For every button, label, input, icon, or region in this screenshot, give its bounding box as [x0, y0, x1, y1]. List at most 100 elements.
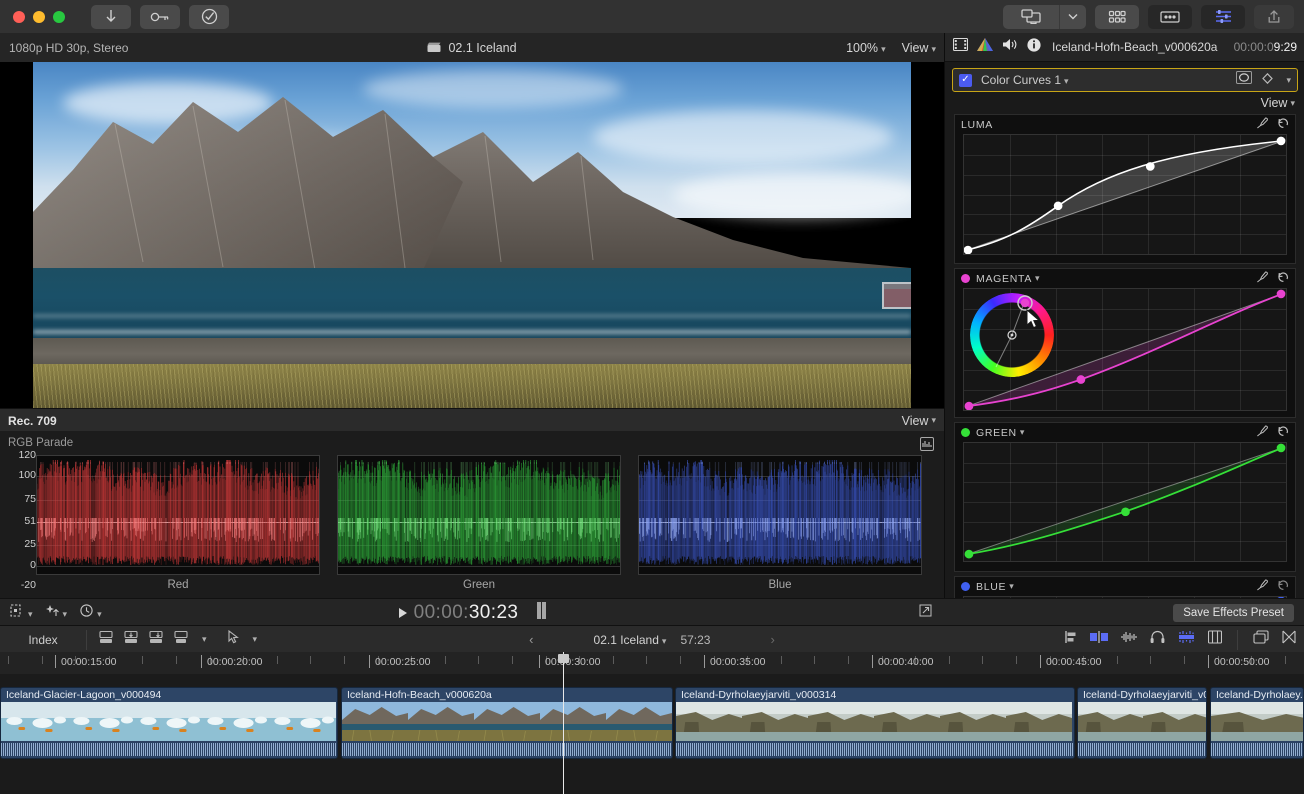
reset-icon-magenta[interactable] [1277, 270, 1289, 288]
timeline-history-icon[interactable] [1282, 630, 1296, 649]
snapping-icon[interactable] [1061, 630, 1077, 649]
viewer-zoom-menu[interactable]: 100%▾ [846, 41, 886, 55]
share-button[interactable] [1254, 5, 1294, 29]
timeline-clip[interactable]: Iceland-Hofn-Beach_v000620a [341, 687, 673, 759]
keyframe-diamond-icon[interactable] [1262, 71, 1273, 89]
viewer-view-menu[interactable]: View▾ [902, 41, 936, 55]
color-inspector-icon[interactable] [977, 38, 993, 57]
effect-enabled-checkbox[interactable]: ✓ [959, 74, 972, 87]
eyedropper-icon-magenta[interactable] [1256, 270, 1268, 288]
key-icon [150, 11, 170, 23]
clip-thumbnail [1143, 702, 1206, 742]
viewer-header: 1080p HD 30p, Stereo 02.1 Iceland 100%▾ … [0, 33, 944, 63]
timeline-project-name[interactable]: 02.1 Iceland▾ [594, 633, 667, 647]
clip-thumbnail [676, 702, 742, 742]
solo-icon[interactable] [1150, 630, 1165, 649]
playhead-knob[interactable] [558, 654, 569, 663]
playhead[interactable] [563, 652, 564, 794]
reset-icon-green[interactable] [1277, 424, 1289, 442]
play-triangle-icon [398, 607, 408, 619]
clip-thumbnail [474, 702, 540, 742]
minimize-window-button[interactable] [33, 11, 45, 23]
analyze-button[interactable] [189, 5, 229, 29]
video-inspector-icon[interactable] [953, 38, 968, 56]
fullscreen-button[interactable] [919, 604, 932, 622]
zoom-window-button[interactable] [53, 11, 65, 23]
curve-grid-luma[interactable] [963, 134, 1287, 255]
clip-name-label: Iceland-Dyrholaeyjarviti_v000314 [681, 689, 836, 701]
previous-project-button[interactable]: ‹ [529, 632, 533, 647]
audio-meter-bars[interactable] [536, 602, 546, 624]
inspector-timecode: 00:00:09:29 [1234, 40, 1297, 54]
curve-section-luma: LUMA [954, 114, 1296, 264]
scopes-header: Rec. 709 View▾ [0, 408, 944, 433]
keyword-editor-button[interactable] [140, 5, 180, 29]
clip-thumbnail [269, 702, 336, 742]
timeline-index-icon[interactable] [1208, 630, 1222, 649]
luma-control-points[interactable] [964, 135, 1286, 254]
audio-inspector-icon[interactable] [1002, 38, 1018, 56]
clip-thumbnail [874, 702, 940, 742]
timeline-clip[interactable]: Iceland-Dyrholaey... [1210, 687, 1304, 759]
timeline-clip[interactable]: Iceland-Glacier-Lagoon_v000494 [0, 687, 338, 759]
timeline-duration: 57:23 [680, 633, 710, 647]
audio-skimming-icon[interactable] [1121, 630, 1137, 649]
scope-settings-icon[interactable] [920, 437, 934, 456]
audio-meters-icon[interactable] [1178, 630, 1195, 649]
clip-thumbnail [202, 702, 269, 742]
info-inspector-icon[interactable] [1027, 38, 1041, 57]
clip-thumbnail [408, 702, 474, 742]
clip-thumbnail [606, 702, 672, 742]
save-effects-preset-button[interactable]: Save Effects Preset [1173, 604, 1294, 622]
inspector-view-menu[interactable]: View▾ [945, 92, 1304, 114]
timeline-ruler[interactable]: 00:00:15:0000:00:20:0000:00:25:0000:00:3… [0, 652, 1304, 675]
eyedropper-icon-blue[interactable] [1256, 578, 1268, 596]
color-sample-overlay[interactable] [882, 282, 911, 309]
curve-color-dot-blue [961, 582, 970, 591]
effects-browser-button[interactable] [1095, 5, 1139, 29]
wheel-handles[interactable] [970, 293, 1054, 377]
curve-grid-magenta[interactable] [963, 288, 1287, 411]
viewer-project-name: 02.1 Iceland [448, 41, 516, 55]
effect-mask-icon[interactable] [1236, 71, 1252, 89]
curve-grid-green[interactable] [963, 442, 1287, 562]
inspector-footer: Save Effects Preset [944, 598, 1304, 626]
curve-channel-chevron-green[interactable]: ▾ [1020, 427, 1025, 438]
reset-icon-blue[interactable] [1277, 578, 1289, 596]
clip-name-label: Iceland-Glacier-Lagoon_v000494 [6, 689, 161, 701]
curve-channel-chevron-blue[interactable]: ▾ [1009, 581, 1014, 592]
clip-audio-waveform [676, 741, 1074, 758]
color-board-button[interactable] [1148, 5, 1192, 29]
close-window-button[interactable] [13, 11, 25, 23]
effect-row-color-curves[interactable]: ✓ Color Curves 1▾ ▾ [952, 68, 1298, 92]
effect-menu-chevron-icon[interactable]: ▾ [1286, 75, 1291, 86]
green-curve [964, 443, 1286, 561]
clip-skimming-icon[interactable] [1090, 630, 1108, 649]
import-media-button[interactable] [91, 5, 131, 29]
eyedropper-icon-luma[interactable] [1256, 116, 1268, 134]
ruler-label: 00:00:15:00 [61, 656, 116, 668]
playhead-timecode[interactable]: 00:00:30:23 [414, 602, 519, 624]
scopes-view-menu[interactable]: View▾ [902, 414, 936, 428]
eyedropper-icon-green[interactable] [1256, 424, 1268, 442]
timeline-clip[interactable]: Iceland-Dyrholaeyjarviti_v000314 [675, 687, 1075, 759]
scope-type-label: RGB Parade [8, 437, 73, 449]
curve-channel-chevron-magenta[interactable]: ▾ [1035, 273, 1040, 284]
clip-appearance-icon[interactable] [1253, 630, 1269, 649]
timeline-lanes[interactable]: Iceland-Glacier-Lagoon_v000494 [0, 674, 1304, 794]
curve-label-luma: LUMA [961, 119, 993, 131]
playback-destination-menu[interactable] [1060, 5, 1086, 29]
playback-destination-button[interactable] [1003, 5, 1059, 29]
viewer-transport-bar: ▾ ▾ ▾ 00:00:30:23 [0, 598, 944, 626]
timeline-clip[interactable]: Iceland-Dyrholaeyjarviti_v0... [1077, 687, 1207, 759]
inspector-button[interactable] [1201, 5, 1245, 29]
next-project-button[interactable]: › [770, 632, 774, 647]
green-waveform [338, 456, 620, 575]
viewer-canvas[interactable] [0, 62, 944, 408]
reset-icon-luma[interactable] [1277, 116, 1289, 134]
color-wheel-overlay[interactable] [970, 293, 1054, 377]
viewer-image [33, 62, 911, 408]
share-icon [1267, 9, 1281, 24]
inspector-panel: Iceland-Hofn-Beach_v000620a 00:00:09:29 … [944, 33, 1304, 625]
final-cut-pro-window: 1080p HD 30p, Stereo 02.1 Iceland 100%▾ … [0, 0, 1304, 794]
